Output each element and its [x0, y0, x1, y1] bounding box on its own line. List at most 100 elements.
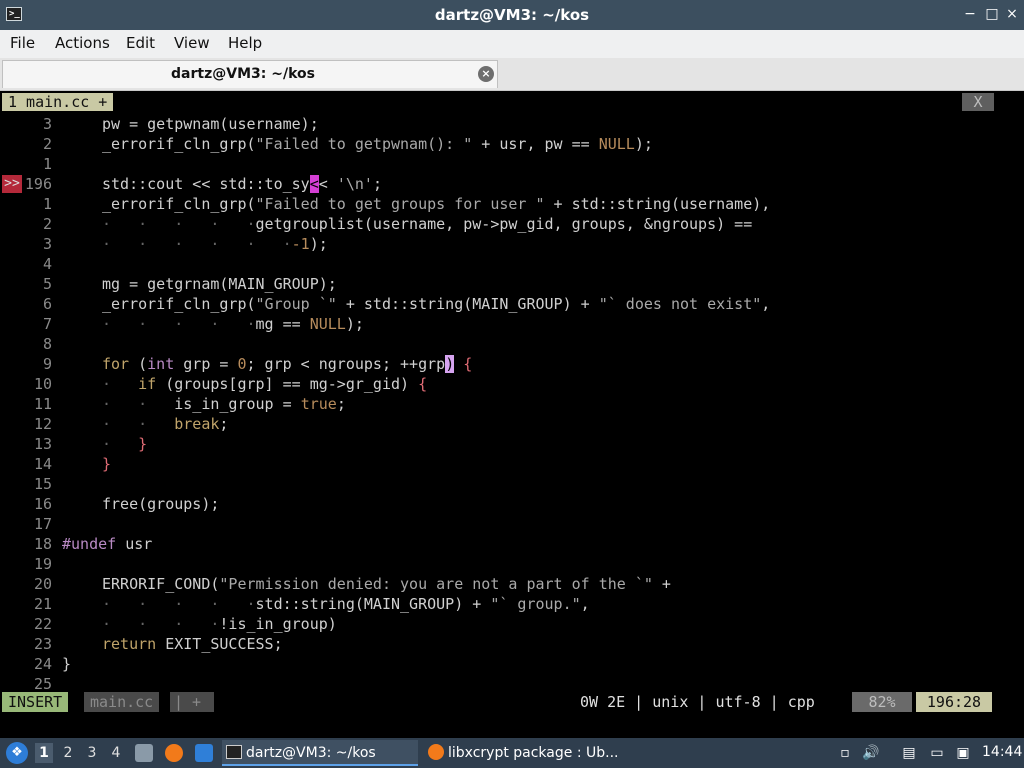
- code-line[interactable]: 15: [0, 474, 1012, 494]
- line-number: 14: [33, 455, 52, 473]
- code-line[interactable]: 12 · · break;: [0, 414, 1012, 434]
- code-line[interactable]: 24}: [0, 654, 1012, 674]
- vim-statusline: INSERT main.cc | + 0W 2E | unix | utf-8 …: [2, 692, 1014, 712]
- line-number: 3: [42, 115, 52, 133]
- clipboard-icon[interactable]: ▤: [900, 744, 918, 762]
- code-text: · }: [102, 435, 148, 453]
- line-number: 6: [42, 295, 52, 313]
- code-line[interactable]: 7 · · · · ·mg == NULL);: [0, 314, 1012, 334]
- code-text: · · · · · ·-1);: [102, 235, 328, 253]
- code-text: ERRORIF_COND("Permission denied: you are…: [102, 575, 671, 593]
- code-line[interactable]: 3 pw = getpwnam(username);: [0, 114, 1012, 134]
- line-number: 8: [42, 335, 52, 353]
- vim-tabline: 1 main.cc + X: [2, 92, 1012, 112]
- code-line[interactable]: 3 · · · · · ·-1);: [0, 234, 1012, 254]
- mode-indicator: INSERT: [2, 692, 69, 712]
- code-text: for (int grp = 0; grp < ngroups; ++grp) …: [102, 355, 473, 373]
- line-number: 2: [42, 135, 52, 153]
- firefox-icon: [428, 744, 444, 760]
- file-manager-icon[interactable]: [135, 744, 153, 762]
- code-line[interactable]: 1 _errorif_cln_grp("Failed to get groups …: [0, 194, 1012, 214]
- tab-close-icon[interactable]: ×: [478, 66, 494, 82]
- line-number: 16: [33, 495, 52, 513]
- code-line[interactable]: 11 · · is_in_group = true;: [0, 394, 1012, 414]
- desktop-icon[interactable]: [195, 744, 213, 762]
- task-firefox[interactable]: libxcrypt package : Ub...: [424, 740, 624, 766]
- code-line[interactable]: 17: [0, 514, 1012, 534]
- menu-bar: File Actions Edit View Help: [0, 30, 1024, 59]
- code-text: · if (groups[grp] == mg->gr_gid) {: [102, 375, 428, 393]
- code-line[interactable]: 13 · }: [0, 434, 1012, 454]
- code-line[interactable]: 25: [0, 674, 1012, 694]
- volume-icon[interactable]: 🔊: [862, 744, 880, 762]
- menu-edit[interactable]: Edit: [126, 34, 155, 52]
- code-line[interactable]: 20 ERRORIF_COND("Permission denied: you a…: [0, 574, 1012, 594]
- code-text: _errorif_cln_grp("Failed to get groups f…: [102, 195, 771, 213]
- code-line[interactable]: 9 for (int grp = 0; grp < ngroups; ++grp)…: [0, 354, 1012, 374]
- line-number: 4: [42, 255, 52, 273]
- code-line[interactable]: 4: [0, 254, 1012, 274]
- code-text: mg = getgrnam(MAIN_GROUP);: [102, 275, 337, 293]
- code-line[interactable]: 6 _errorif_cln_grp("Group `" + std::strin…: [0, 294, 1012, 314]
- line-number: 9: [42, 355, 52, 373]
- workspace-3[interactable]: 3: [83, 743, 101, 763]
- workspace-2[interactable]: 2: [59, 743, 77, 763]
- code-line[interactable]: 18 #undef usr: [0, 534, 1012, 554]
- minimize-button[interactable]: −: [960, 4, 980, 24]
- line-number: 15: [33, 475, 52, 493]
- sign-marker: >>: [2, 175, 22, 193]
- line-number: 12: [33, 415, 52, 433]
- terminal-area[interactable]: 1 main.cc + X 3 pw = getpwnam(username); 2…: [0, 92, 1024, 738]
- start-menu-icon[interactable]: ❖: [6, 742, 28, 764]
- task-terminal[interactable]: dartz@VM3: ~/kos: [222, 740, 418, 766]
- maximize-button[interactable]: □: [982, 4, 1002, 24]
- code-text: return EXIT_SUCCESS;: [102, 635, 283, 653]
- workspace-1[interactable]: 1: [35, 743, 53, 763]
- code-line[interactable]: 19: [0, 554, 1012, 574]
- window-titlebar[interactable]: >_ dartz@VM3: ~/kos − □ ×: [0, 0, 1024, 30]
- line-number: 19: [33, 555, 52, 573]
- terminal-icon: [226, 745, 242, 759]
- code-line[interactable]: 23 return EXIT_SUCCESS;: [0, 634, 1012, 654]
- code-line[interactable]: 22 · · · ·!is_in_group): [0, 614, 1012, 634]
- menu-file[interactable]: File: [10, 34, 35, 52]
- notes-icon[interactable]: ▫: [836, 744, 854, 762]
- menu-view[interactable]: View: [174, 34, 210, 52]
- code-text: _errorif_cln_grp("Group `" + std::string…: [102, 295, 771, 313]
- line-number: 7: [42, 315, 52, 333]
- code-line[interactable]: 5 mg = getgrnam(MAIN_GROUP);: [0, 274, 1012, 294]
- firefox-icon[interactable]: [165, 744, 183, 762]
- battery-icon[interactable]: ▭: [928, 744, 946, 762]
- line-number: 1: [42, 155, 52, 173]
- window-title: dartz@VM3: ~/kos: [434, 6, 590, 24]
- workspace-4[interactable]: 4: [107, 743, 125, 763]
- status-cursor-position: 196:28: [916, 692, 992, 712]
- vim-tab[interactable]: 1 main.cc +: [2, 93, 114, 111]
- line-number: 13: [33, 435, 52, 453]
- code-line[interactable]: 16 free(groups);: [0, 494, 1012, 514]
- task-firefox-label: libxcrypt package : Ub...: [448, 745, 619, 761]
- code-line[interactable]: 196 >> std::cout << std::to_sy<< '\n';: [0, 174, 1012, 194]
- network-icon[interactable]: ▣: [954, 744, 972, 762]
- code-line[interactable]: 10 · if (groups[grp] == mg->gr_gid) {: [0, 374, 1012, 394]
- status-filename: main.cc: [84, 692, 160, 712]
- code-line[interactable]: 2 · · · · ·getgrouplist(username, pw->pw_…: [0, 214, 1012, 234]
- line-number: 17: [33, 515, 52, 533]
- code-line[interactable]: 1: [0, 154, 1012, 174]
- close-window-button[interactable]: ×: [1002, 4, 1022, 24]
- code-line[interactable]: 2 _errorif_cln_grp("Failed to getpwnam():…: [0, 134, 1012, 154]
- code-text: · · · ·!is_in_group): [102, 615, 337, 633]
- code-line[interactable]: 8: [0, 334, 1012, 354]
- code-text: std::cout << std::to_sy<< '\n';: [102, 175, 382, 193]
- menu-actions[interactable]: Actions: [55, 34, 110, 52]
- code-text: #undef usr: [62, 535, 153, 553]
- menu-help[interactable]: Help: [228, 34, 262, 52]
- vim-tab-close[interactable]: X: [962, 93, 994, 111]
- line-number: 23: [33, 635, 52, 653]
- line-number: 18: [33, 535, 52, 553]
- terminal-tab[interactable]: dartz@VM3: ~/kos ×: [2, 60, 498, 88]
- line-number: 5: [42, 275, 52, 293]
- code-line[interactable]: 14}: [0, 454, 1012, 474]
- code-line[interactable]: 21 · · · · ·std::string(MAIN_GROUP) + "` …: [0, 594, 1012, 614]
- taskbar: ❖ 1 2 3 4 dartz@VM3: ~/kos libxcrypt pac…: [0, 738, 1024, 768]
